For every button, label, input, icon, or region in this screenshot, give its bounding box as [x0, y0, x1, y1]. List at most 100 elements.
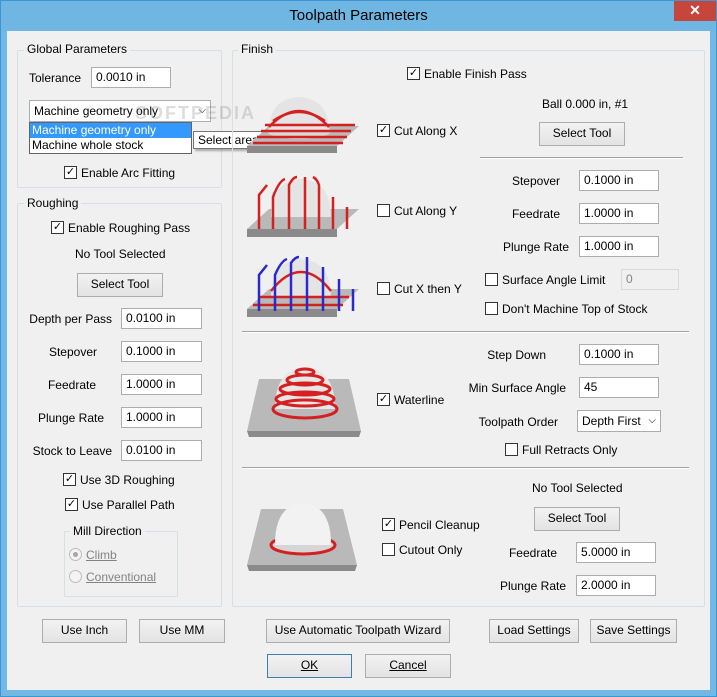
window-title: Toolpath Parameters — [289, 7, 428, 24]
cut-along-y-checkbox[interactable]: Cut Along Y — [377, 204, 458, 220]
cut-x-then-y-label: Cut X then Y — [394, 282, 462, 296]
use-inch-button[interactable]: Use Inch — [42, 619, 127, 643]
mill-direction-label: Mill Direction — [70, 524, 145, 538]
cancel-button[interactable]: Cancel — [365, 654, 451, 678]
geometry-dropdown-list: Machine geometry only Machine whole stoc… — [29, 122, 192, 154]
finish-stepover-input[interactable]: 0.1000 in — [579, 170, 659, 191]
roughing-feedrate-input[interactable]: 1.0000 in — [121, 374, 202, 395]
roughing-feedrate-label: Feedrate — [47, 378, 96, 392]
pencil-tool-status: No Tool Selected — [532, 481, 623, 495]
min-surface-angle-label: Min Surface Angle — [468, 381, 566, 395]
tolerance-input[interactable]: 0.0010 in — [91, 67, 171, 88]
surface-angle-limit-label: Surface Angle Limit — [502, 273, 606, 287]
radio-empty-icon — [69, 570, 82, 584]
load-settings-button[interactable]: Load Settings — [489, 619, 579, 643]
arc-fitting-checkbox[interactable]: ✓ Enable Arc Fitting — [64, 166, 176, 182]
use-3d-roughing-checkbox[interactable]: ✓ Use 3D Roughing — [63, 473, 175, 489]
toolpath-order-select[interactable]: Depth First ⌵ — [577, 410, 661, 432]
climb-radio[interactable]: Climb — [69, 548, 117, 562]
pencil-cleanup-label: Pencil Cleanup — [399, 518, 480, 532]
roughing-select-tool-button[interactable]: Select Tool — [77, 273, 163, 297]
waterline-illustration — [247, 367, 361, 437]
cut-along-x-label: Cut Along X — [394, 124, 458, 138]
cut-along-y-label: Cut Along Y — [394, 204, 458, 218]
cut-x-then-y-illustration — [247, 255, 359, 317]
mill-direction-group — [64, 531, 178, 597]
cut-along-x-checkbox[interactable]: ✓ Cut Along X — [377, 124, 458, 140]
enable-roughing-checkbox[interactable]: ✓ Enable Roughing Pass — [51, 221, 191, 237]
close-button[interactable]: ✕ — [674, 1, 716, 21]
use-parallel-path-checkbox[interactable]: ✓ Use Parallel Path — [65, 498, 175, 514]
cancel-label: Cancel — [389, 658, 427, 672]
min-surface-angle-input[interactable]: 45 — [579, 377, 659, 398]
cutout-only-checkbox[interactable]: Cutout Only — [382, 543, 463, 559]
cut-x-then-y-checkbox[interactable]: Cut X then Y — [377, 282, 462, 298]
roughing-plunge-rate-input[interactable]: 1.0000 in — [121, 407, 202, 428]
pencil-feedrate-label: Feedrate — [508, 546, 557, 560]
checkbox-checked-icon: ✓ — [65, 498, 78, 512]
surface-angle-input[interactable]: 0 — [621, 269, 679, 290]
arc-fitting-label: Enable Arc Fitting — [81, 166, 176, 180]
finish-tool-info: Ball 0.000 in, #1 — [542, 97, 629, 111]
finish-feedrate-label: Feedrate — [511, 207, 560, 221]
checkbox-empty-icon — [382, 543, 395, 557]
geometry-option-whole-stock[interactable]: Machine whole stock — [30, 138, 191, 153]
dont-machine-top-checkbox[interactable]: Don't Machine Top of Stock — [485, 302, 647, 318]
ok-button[interactable]: OK — [267, 654, 352, 678]
enable-finish-checkbox[interactable]: ✓ Enable Finish Pass — [407, 67, 527, 83]
pencil-select-tool-button[interactable]: Select Tool — [534, 507, 620, 531]
cut-along-x-illustration — [247, 97, 359, 153]
stock-to-leave-label: Stock to Leave — [32, 444, 112, 458]
save-settings-button[interactable]: Save Settings — [590, 619, 677, 643]
checkbox-checked-icon: ✓ — [407, 67, 420, 81]
toolpath-wizard-button[interactable]: Use Automatic Toolpath Wizard — [266, 619, 450, 643]
roughing-tool-status: No Tool Selected — [75, 247, 166, 261]
checkbox-checked-icon: ✓ — [63, 473, 76, 487]
separator — [242, 331, 689, 333]
finish-stepover-label: Stepover — [511, 174, 560, 188]
pencil-plunge-rate-label: Plunge Rate — [499, 579, 566, 593]
climb-label: Climb — [86, 548, 117, 562]
title-bar[interactable]: Toolpath Parameters ✕ — [1, 1, 716, 31]
finish-label: Finish — [238, 42, 277, 56]
conventional-label: Conventional — [86, 570, 157, 584]
checkbox-checked-icon: ✓ — [382, 518, 395, 532]
conventional-radio[interactable]: Conventional — [69, 570, 156, 584]
checkbox-empty-icon — [485, 302, 498, 316]
toolpath-order-value: Depth First — [582, 414, 641, 428]
roughing-stepover-label: Stepover — [48, 345, 97, 359]
depth-per-pass-input[interactable]: 0.0100 in — [121, 308, 202, 329]
use-mm-button[interactable]: Use MM — [139, 619, 225, 643]
finish-select-tool-button[interactable]: Select Tool — [539, 122, 625, 146]
enable-roughing-label: Enable Roughing Pass — [68, 221, 191, 235]
stock-to-leave-input[interactable]: 0.0100 in — [121, 440, 202, 461]
ok-label: OK — [300, 658, 319, 672]
geometry-option-machine-geometry[interactable]: Machine geometry only — [30, 123, 191, 138]
checkbox-empty-icon — [485, 273, 498, 287]
toolpath-parameters-window: Toolpath Parameters ✕ Global Parameters … — [0, 0, 717, 697]
roughing-label: Roughing — [24, 196, 82, 210]
waterline-label: Waterline — [394, 393, 445, 407]
checkbox-checked-icon: ✓ — [51, 221, 64, 235]
checkbox-checked-icon: ✓ — [377, 393, 390, 407]
checkbox-empty-icon — [505, 443, 518, 457]
step-down-input[interactable]: 0.1000 in — [579, 344, 659, 365]
checkbox-empty-icon — [377, 204, 390, 218]
cutout-only-label: Cutout Only — [399, 543, 463, 557]
checkbox-checked-icon: ✓ — [377, 124, 390, 138]
pencil-cleanup-illustration — [247, 503, 357, 571]
cut-along-y-illustration — [247, 175, 359, 237]
pencil-feedrate-input[interactable]: 5.0000 in — [576, 542, 656, 563]
finish-feedrate-input[interactable]: 1.0000 in — [579, 203, 659, 224]
tolerance-label: Tolerance — [29, 71, 82, 85]
pencil-cleanup-checkbox[interactable]: ✓ Pencil Cleanup — [382, 518, 480, 534]
roughing-stepover-input[interactable]: 0.1000 in — [121, 341, 202, 362]
finish-plunge-rate-input[interactable]: 1.0000 in — [579, 236, 659, 257]
enable-finish-label: Enable Finish Pass — [424, 67, 527, 81]
pencil-plunge-rate-input[interactable]: 2.0000 in — [576, 575, 656, 596]
surface-angle-limit-checkbox[interactable]: Surface Angle Limit — [485, 273, 606, 289]
full-retracts-checkbox[interactable]: Full Retracts Only — [505, 443, 617, 459]
finish-plunge-rate-label: Plunge Rate — [502, 240, 569, 254]
waterline-checkbox[interactable]: ✓ Waterline — [377, 393, 445, 409]
roughing-plunge-rate-label: Plunge Rate — [37, 411, 104, 425]
